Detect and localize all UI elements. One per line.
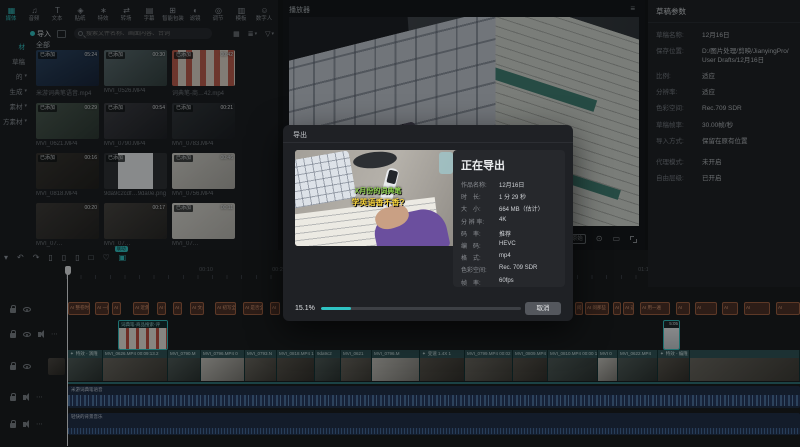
export-field-value: 推荐 — [499, 231, 512, 238]
export-field-label: 分 辨 率: — [461, 219, 485, 226]
export-status-heading: 正在导出 — [461, 160, 505, 172]
export-field-value: 4K — [499, 216, 507, 223]
export-progress-row: 15.1% 取消 — [295, 301, 561, 315]
export-field-value: 60fps — [499, 277, 514, 284]
progress-fill — [321, 306, 352, 310]
export-field-value: mp4 — [499, 253, 511, 260]
export-field-label: 格 式: — [461, 256, 481, 263]
export-field-value: 664 MB（估计） — [499, 207, 544, 214]
export-field-label: 大 小: — [461, 207, 481, 214]
export-field-label: 帧 率: — [461, 280, 481, 287]
app-window: ▦ 媒体 ♫ 音频 T 文本 ◈ 贴纸 ∗ 特效 ⇄ 转场 ▤ 字幕 ⊞ 智能包… — [0, 0, 800, 447]
export-field-row: 格 式: mp4 — [461, 253, 557, 262]
preview-caption-line1: X月份的词典笔 — [354, 188, 402, 195]
export-fields: 作品名称: 12月16日 时 长: 1 分 29 秒 大 小: 664 MB（估… — [461, 180, 557, 287]
export-field-row: 色彩空间: Rec. 709 SDR — [461, 265, 557, 274]
export-field-value: 12月16日 — [499, 183, 525, 189]
export-field-row: 作品名称: 12月16日 — [461, 180, 557, 189]
export-field-value: Rec. 709 SDR — [499, 265, 538, 272]
export-field-label: 作品名称: — [461, 183, 487, 189]
export-info: 正在导出 作品名称: 12月16日 时 长: 1 分 29 秒 大 小: 664… — [453, 150, 565, 287]
export-field-row: 编 码: HEVC — [461, 241, 557, 250]
export-field-label: 时 长: — [461, 195, 481, 202]
export-field-label: 色彩空间: — [461, 268, 487, 275]
preview-caption-line2: 学英语香不香? — [351, 198, 405, 207]
cancel-button[interactable]: 取消 — [525, 301, 561, 315]
export-dialog: 导出 X月份的词典笔 学英语香不香? 正在导出 作品名称: 12月16日 时 长… — [283, 125, 573, 321]
dialog-title: 导出 — [293, 132, 307, 139]
export-preview: X月份的词典笔 学英语香不香? — [295, 150, 461, 246]
export-field-row: 大 小: 664 MB（估计） — [461, 204, 557, 213]
export-field-label: 编 码: — [461, 243, 481, 250]
export-field-value: 1 分 29 秒 — [499, 195, 527, 202]
preview-bottle — [439, 152, 453, 174]
export-field-row: 帧 率: 60fps — [461, 278, 557, 287]
export-field-row: 分 辨 率: 4K — [461, 217, 557, 226]
export-field-label: 码 率: — [461, 231, 481, 238]
progress-bar — [321, 306, 521, 310]
export-field-row: 码 率: 推荐 — [461, 229, 557, 238]
export-field-row: 时 长: 1 分 29 秒 — [461, 192, 557, 201]
dialog-divider — [283, 142, 573, 143]
progress-percent: 15.1% — [295, 304, 315, 312]
export-field-value: HEVC — [499, 240, 516, 247]
